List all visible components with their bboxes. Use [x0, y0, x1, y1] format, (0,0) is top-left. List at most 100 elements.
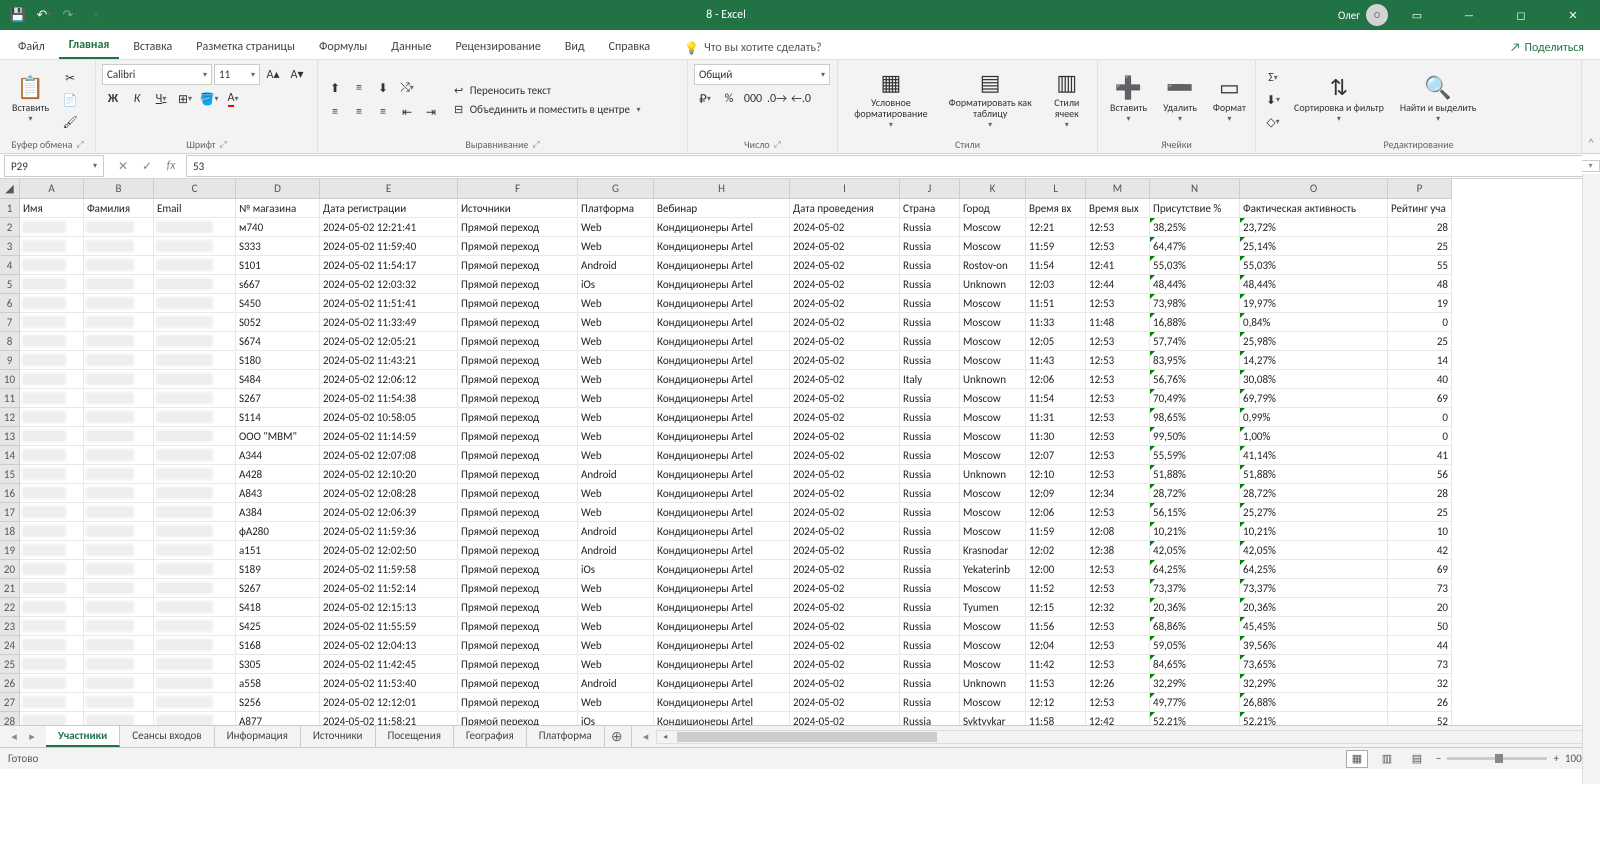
data-cell[interactable]: S425	[236, 617, 320, 636]
data-cell[interactable]: А428	[236, 465, 320, 484]
data-cell[interactable]: Russia	[900, 522, 960, 541]
header-cell[interactable]: Город	[960, 199, 1026, 218]
data-cell[interactable]: Web	[578, 636, 654, 655]
cell-styles-button[interactable]: ▥Стили ячеек▾	[1043, 69, 1091, 132]
header-cell[interactable]: Платформа	[578, 199, 654, 218]
data-cell[interactable]: S267	[236, 389, 320, 408]
data-cell[interactable]	[20, 446, 84, 465]
data-cell[interactable]: Прямой переход	[458, 484, 578, 503]
sheet-tab-active[interactable]: Участники	[46, 726, 120, 747]
data-cell[interactable]: Web	[578, 617, 654, 636]
data-cell[interactable]	[154, 503, 236, 522]
header-cell[interactable]: Источники	[458, 199, 578, 218]
data-cell[interactable]: 11:53	[1026, 674, 1086, 693]
row-header[interactable]: 8	[0, 332, 20, 351]
data-cell[interactable]	[84, 313, 154, 332]
font-name-combo[interactable]: Calibri▾	[102, 64, 212, 85]
data-cell[interactable]: 2024-05-02 11:59:58	[320, 560, 458, 579]
data-cell[interactable]: 14,27%	[1240, 351, 1388, 370]
data-cell[interactable]: 2024-05-02 12:06:39	[320, 503, 458, 522]
data-cell[interactable]: Russia	[900, 674, 960, 693]
font-dialog-launcher[interactable]: ⤢	[220, 139, 227, 150]
row-header[interactable]: 6	[0, 294, 20, 313]
format-as-table-button[interactable]: ▤Форматировать как таблицу▾	[942, 69, 1039, 132]
data-cell[interactable]	[84, 256, 154, 275]
data-cell[interactable]	[84, 674, 154, 693]
data-cell[interactable]: 20	[1388, 598, 1452, 617]
close-icon[interactable]: ✕	[1550, 0, 1596, 30]
data-cell[interactable]: 2024-05-02 11:52:14	[320, 579, 458, 598]
enter-formula-icon[interactable]: ✓	[136, 155, 158, 177]
data-cell[interactable]	[20, 503, 84, 522]
data-cell[interactable]: Russia	[900, 636, 960, 655]
align-bottom-icon[interactable]: ⬇	[372, 78, 394, 98]
data-cell[interactable]	[84, 655, 154, 674]
data-cell[interactable]: 12:53	[1086, 427, 1150, 446]
zoom-in-icon[interactable]: +	[1553, 752, 1558, 765]
scroll-first-icon[interactable]: ◂	[639, 730, 653, 743]
zoom-out-icon[interactable]: −	[1436, 752, 1441, 765]
data-cell[interactable]: 11:56	[1026, 617, 1086, 636]
data-cell[interactable]: 12:53	[1086, 655, 1150, 674]
data-cell[interactable]: 44	[1388, 636, 1452, 655]
data-cell[interactable]: 64,25%	[1240, 560, 1388, 579]
header-cell[interactable]: Имя	[20, 199, 84, 218]
data-cell[interactable]: Russia	[900, 389, 960, 408]
data-cell[interactable]: 2024-05-02 12:12:01	[320, 693, 458, 712]
data-cell[interactable]: 12:34	[1086, 484, 1150, 503]
undo-icon[interactable]: ↶▾	[32, 3, 56, 27]
data-cell[interactable]: 11:59	[1026, 522, 1086, 541]
cut-icon[interactable]: ✂	[59, 68, 81, 88]
data-cell[interactable]: Прямой переход	[458, 332, 578, 351]
maximize-icon[interactable]: ◻	[1498, 0, 1544, 30]
data-cell[interactable]: 28,72%	[1150, 484, 1240, 503]
data-cell[interactable]: Кондиционеры Artel	[654, 408, 790, 427]
data-cell[interactable]: Russia	[900, 598, 960, 617]
data-cell[interactable]: 0	[1388, 313, 1452, 332]
data-cell[interactable]: Web	[578, 579, 654, 598]
column-header[interactable]: M	[1086, 179, 1150, 199]
data-cell[interactable]	[154, 484, 236, 503]
data-cell[interactable]: 25,98%	[1240, 332, 1388, 351]
data-cell[interactable]	[20, 655, 84, 674]
data-cell[interactable]: 25,14%	[1240, 237, 1388, 256]
header-cell[interactable]: Email	[154, 199, 236, 218]
data-cell[interactable]: Прямой переход	[458, 636, 578, 655]
data-cell[interactable]	[84, 294, 154, 313]
percent-icon[interactable]: %	[718, 89, 740, 109]
data-cell[interactable]: Прямой переход	[458, 655, 578, 674]
data-cell[interactable]: Web	[578, 313, 654, 332]
select-all-corner[interactable]: ◢	[0, 179, 20, 199]
data-cell[interactable]: Прямой переход	[458, 313, 578, 332]
data-cell[interactable]: 12:07	[1026, 446, 1086, 465]
data-cell[interactable]	[20, 389, 84, 408]
data-cell[interactable]: 2024-05-02	[790, 465, 900, 484]
data-cell[interactable]: 12:53	[1086, 218, 1150, 237]
data-cell[interactable]	[154, 693, 236, 712]
data-cell[interactable]: 70,49%	[1150, 389, 1240, 408]
row-header[interactable]: 7	[0, 313, 20, 332]
data-cell[interactable]	[154, 712, 236, 725]
column-header[interactable]: I	[790, 179, 900, 199]
data-cell[interactable]	[84, 389, 154, 408]
data-cell[interactable]: ООО "МВМ"	[236, 427, 320, 446]
data-cell[interactable]: 68,86%	[1150, 617, 1240, 636]
data-cell[interactable]: 38,25%	[1150, 218, 1240, 237]
add-sheet-button[interactable]: ⊕	[605, 728, 629, 745]
expand-formula-bar-icon[interactable]: ▾	[1582, 160, 1600, 172]
data-cell[interactable]: 19,97%	[1240, 294, 1388, 313]
data-cell[interactable]: 69,79%	[1240, 389, 1388, 408]
row-header[interactable]: 25	[0, 655, 20, 674]
dec-indent-icon[interactable]: ⇤	[396, 102, 418, 122]
header-cell[interactable]: Вебинар	[654, 199, 790, 218]
data-cell[interactable]: Кондиционеры Artel	[654, 275, 790, 294]
data-cell[interactable]: S418	[236, 598, 320, 617]
data-cell[interactable]: 11:33	[1026, 313, 1086, 332]
data-cell[interactable]: Russia	[900, 712, 960, 725]
data-cell[interactable]: Moscow	[960, 237, 1026, 256]
data-cell[interactable]: Android	[578, 522, 654, 541]
data-cell[interactable]: Кондиционеры Artel	[654, 674, 790, 693]
header-cell[interactable]: Рейтинг уча	[1388, 199, 1452, 218]
font-color-icon[interactable]: А▾	[222, 89, 244, 109]
data-cell[interactable]	[154, 332, 236, 351]
